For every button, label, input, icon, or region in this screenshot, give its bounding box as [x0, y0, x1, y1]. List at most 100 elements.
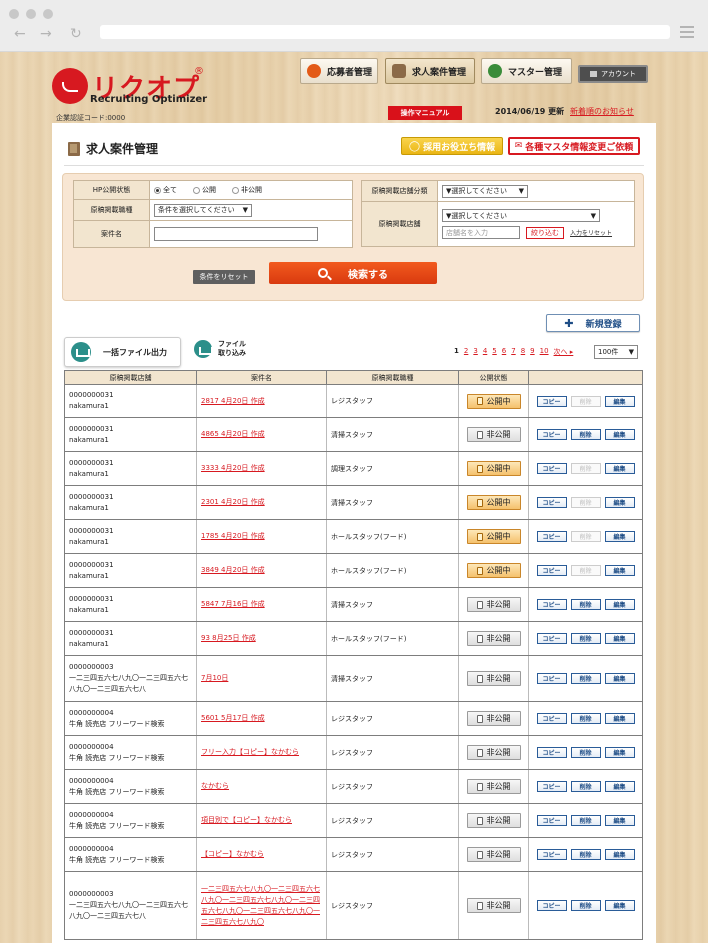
delete-button[interactable]: 削除 [570, 633, 601, 644]
window-zoom-dot[interactable] [43, 9, 53, 19]
radio-private[interactable]: 非公開 [232, 185, 262, 195]
page-4[interactable]: 4 [483, 347, 487, 357]
master-change-request-button[interactable]: ✉ 各種マスタ情報変更ご依頼 [508, 137, 640, 155]
delete-button[interactable]: 削除 [570, 781, 601, 792]
window-close-dot[interactable] [9, 9, 19, 19]
reset-conditions-button[interactable]: 条件をリセット [193, 270, 255, 284]
per-page-select[interactable]: 100件 ▼ [594, 345, 638, 359]
new-registration-button[interactable]: ✚ 新規登録 [546, 314, 640, 332]
narrow-button[interactable]: 絞り込む [526, 226, 564, 239]
edit-button[interactable]: 編集 [604, 463, 635, 474]
status-toggle-button[interactable]: 非公開 [466, 711, 521, 726]
copy-button[interactable]: コピー [536, 599, 567, 610]
copy-button[interactable]: コピー [536, 815, 567, 826]
status-toggle-button[interactable]: 公開中 [466, 495, 521, 510]
bulk-export-button[interactable]: 一括ファイル出力 [64, 337, 181, 367]
store-select[interactable]: ▼選択してください ▼ [442, 209, 600, 222]
copy-button[interactable]: コピー [536, 395, 567, 407]
reload-icon[interactable]: ↻ [70, 26, 82, 42]
account-button[interactable]: アカウント [578, 65, 648, 83]
edit-button[interactable]: 編集 [604, 849, 635, 860]
delete-button[interactable]: 削除 [570, 747, 601, 758]
edit-button[interactable]: 編集 [604, 429, 635, 440]
address-bar[interactable] [100, 25, 670, 39]
case-link[interactable]: 2817 4月20日 作成 [201, 397, 265, 405]
status-toggle-button[interactable]: 非公開 [466, 813, 521, 828]
radio-all[interactable]: 全て [154, 185, 177, 195]
next-page-link[interactable]: 次へ ▸ [554, 347, 574, 357]
page-5[interactable]: 5 [492, 347, 496, 357]
radio-public[interactable]: 公開 [193, 185, 216, 195]
status-toggle-button[interactable]: 公開中 [466, 563, 521, 578]
store-category-select[interactable]: ▼選択してください ▼ [442, 184, 528, 198]
nav-master[interactable]: マスター管理 [481, 58, 572, 84]
manual-button[interactable]: 操作マニュアル [388, 106, 462, 120]
case-link[interactable]: 5601 5月17日 作成 [201, 714, 265, 722]
page-2[interactable]: 2 [464, 347, 468, 357]
status-toggle-button[interactable]: 非公開 [466, 847, 521, 862]
status-toggle-button[interactable]: 非公開 [466, 779, 521, 794]
nav-job-cases[interactable]: 求人案件管理 [385, 58, 475, 84]
case-link[interactable]: なかむら [201, 782, 229, 790]
file-import-button[interactable]: ファイル 取り込み [194, 340, 246, 358]
edit-button[interactable]: 編集 [604, 747, 635, 758]
page-10[interactable]: 10 [540, 347, 549, 357]
search-button[interactable]: 検索する [269, 262, 437, 284]
status-toggle-button[interactable]: 非公開 [466, 898, 521, 913]
delete-button[interactable]: 削除 [570, 429, 601, 440]
edit-button[interactable]: 編集 [604, 900, 635, 911]
case-link[interactable]: 1785 4月20日 作成 [201, 532, 265, 540]
copy-button[interactable]: コピー [536, 633, 567, 644]
back-arrow-icon[interactable]: ← [14, 26, 26, 42]
copy-button[interactable]: コピー [536, 673, 567, 684]
page-6[interactable]: 6 [502, 347, 506, 357]
edit-button[interactable]: 編集 [604, 781, 635, 792]
edit-button[interactable]: 編集 [604, 497, 635, 508]
status-toggle-button[interactable]: 公開中 [466, 529, 521, 544]
input-reset-link[interactable]: 入力をリセット [570, 228, 612, 237]
case-link[interactable]: 一二三四五六七八九〇一二三四五六七八九〇一二三四五六七八九〇一二三四五六七八九〇… [201, 885, 320, 926]
edit-button[interactable]: 編集 [604, 395, 635, 407]
delete-button[interactable]: 削除 [570, 713, 601, 724]
delete-button[interactable]: 削除 [570, 815, 601, 826]
copy-button[interactable]: コピー [536, 531, 567, 542]
copy-button[interactable]: コピー [536, 781, 567, 792]
status-toggle-button[interactable]: 非公開 [466, 631, 521, 646]
page-3[interactable]: 3 [473, 347, 477, 357]
job-type-select[interactable]: 条件を選択してください ▼ [154, 203, 252, 217]
edit-button[interactable]: 編集 [604, 599, 635, 610]
case-link[interactable]: 3333 4月20日 作成 [201, 464, 265, 472]
page-9[interactable]: 9 [530, 347, 534, 357]
status-toggle-button[interactable]: 非公開 [466, 427, 521, 442]
delete-button[interactable]: 削除 [570, 900, 601, 911]
copy-button[interactable]: コピー [536, 900, 567, 911]
case-link[interactable]: 7月10日 [201, 674, 228, 682]
copy-button[interactable]: コピー [536, 429, 567, 440]
case-link[interactable]: 【コピー】なかむら [201, 850, 264, 858]
edit-button[interactable]: 編集 [604, 713, 635, 724]
nav-applicants[interactable]: 応募者管理 [300, 58, 378, 84]
edit-button[interactable]: 編集 [604, 673, 635, 684]
copy-button[interactable]: コピー [536, 849, 567, 860]
case-link[interactable]: 項目別で【コピー】なかむら [201, 816, 292, 824]
status-toggle-button[interactable]: 非公開 [466, 671, 521, 686]
copy-button[interactable]: コピー [536, 565, 567, 576]
page-8[interactable]: 8 [521, 347, 525, 357]
delete-button[interactable]: 削除 [570, 849, 601, 860]
case-name-input[interactable] [154, 227, 318, 241]
status-toggle-button[interactable]: 公開中 [466, 393, 521, 409]
hamburger-menu-icon[interactable] [680, 26, 694, 41]
window-minimize-dot[interactable] [26, 9, 36, 19]
copy-button[interactable]: コピー [536, 713, 567, 724]
news-link[interactable]: 新着順のお知らせ [570, 106, 634, 117]
case-link[interactable]: 4865 4月20日 作成 [201, 430, 265, 438]
status-toggle-button[interactable]: 公開中 [466, 461, 521, 476]
case-link[interactable]: 5847 7月16日 作成 [201, 600, 265, 608]
case-link[interactable]: フリー入力【コピー】なかむら [201, 748, 299, 756]
copy-button[interactable]: コピー [536, 463, 567, 474]
status-toggle-button[interactable]: 非公開 [466, 597, 521, 612]
store-name-input[interactable]: 店舗名を入力 [442, 226, 520, 239]
edit-button[interactable]: 編集 [604, 815, 635, 826]
edit-button[interactable]: 編集 [604, 633, 635, 644]
copy-button[interactable]: コピー [536, 497, 567, 508]
